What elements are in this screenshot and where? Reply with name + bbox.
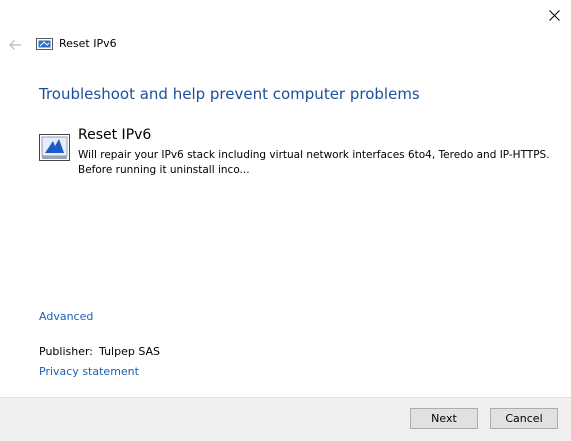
publisher-value: Tulpep SAS: [99, 345, 161, 358]
troubleshooter-window: Reset IPv6 Troubleshoot and help prevent…: [0, 0, 571, 441]
next-button[interactable]: Next: [410, 408, 478, 429]
window-title: Reset IPv6: [59, 37, 117, 50]
close-button[interactable]: [538, 0, 571, 30]
window-icon: [36, 38, 53, 50]
privacy-statement-link[interactable]: Privacy statement: [39, 365, 139, 378]
cancel-button[interactable]: Cancel: [490, 408, 558, 429]
title-row: Reset IPv6: [0, 32, 571, 58]
item-title: Reset IPv6: [78, 127, 152, 143]
footer-bar: Next Cancel: [0, 397, 571, 441]
troubleshooter-package-icon: [39, 134, 70, 161]
close-icon: [549, 9, 560, 21]
troubleshooter-item: Reset IPv6 Will repair your IPv6 stack i…: [36, 126, 566, 182]
page-heading: Troubleshoot and help prevent computer p…: [39, 85, 420, 103]
publisher-line: Publisher: Tulpep SAS: [39, 345, 160, 358]
back-button[interactable]: [4, 34, 26, 56]
back-arrow-icon: [9, 40, 21, 50]
advanced-link[interactable]: Advanced: [39, 310, 93, 323]
publisher-label: Publisher:: [39, 345, 94, 358]
item-description: Will repair your IPv6 stack including vi…: [78, 149, 550, 176]
